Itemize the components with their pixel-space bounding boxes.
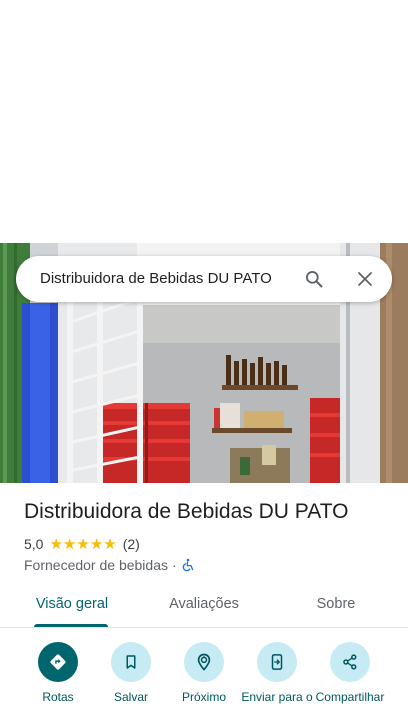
active-tab-indicator xyxy=(34,624,108,627)
rating-value: 5,0 xyxy=(24,536,44,552)
search-input[interactable]: Distribuidora de Bebidas DU PATO xyxy=(40,256,272,302)
tab-about[interactable]: Sobre xyxy=(286,584,386,628)
search-icon xyxy=(306,271,323,288)
star-icon: ★ xyxy=(103,535,117,553)
star-icon: ★ xyxy=(76,535,90,553)
directions-label: Rotas xyxy=(42,690,74,704)
wheelchair-accessible-icon xyxy=(181,558,195,572)
save-label: Salvar xyxy=(113,690,148,704)
directions-button[interactable]: Rotas xyxy=(18,642,98,705)
place-title: Distribuidora de Bebidas DU PATO xyxy=(24,500,349,523)
directions-icon xyxy=(50,654,66,670)
share-button[interactable]: Compartilhar xyxy=(310,642,390,705)
bookmark-icon xyxy=(126,655,136,669)
save-circle xyxy=(111,642,151,682)
star-icon: ★ xyxy=(49,535,63,553)
send-to-phone-label: Enviar para o xyxy=(241,690,313,704)
send-to-phone-circle xyxy=(257,642,297,682)
tab-reviews[interactable]: Avaliações xyxy=(154,584,254,628)
star-icon: ★ xyxy=(62,535,77,553)
separator: · xyxy=(172,557,177,573)
nearby-button[interactable]: Próximo xyxy=(164,642,244,705)
map-blank-area xyxy=(0,0,408,243)
share-circle xyxy=(330,642,370,682)
star-icon: ★ xyxy=(89,535,104,553)
send-to-phone-button[interactable]: Enviar para o xyxy=(237,642,317,705)
nearby-circle xyxy=(184,642,224,682)
share-icon xyxy=(343,654,357,670)
close-icon xyxy=(358,272,372,286)
rating-row[interactable]: 5,0 ★ ★ ★ ★ ★ (2) xyxy=(24,535,140,553)
close-button[interactable] xyxy=(349,263,381,295)
place-tabs: Visão geral Avaliações Sobre xyxy=(0,584,408,628)
place-category: Fornecedor de bebidas xyxy=(24,557,168,573)
send-to-phone-icon xyxy=(271,654,283,670)
rating-stars: ★ ★ ★ ★ ★ xyxy=(49,537,116,552)
category-row: Fornecedor de bebidas · xyxy=(24,556,195,574)
save-button[interactable]: Salvar xyxy=(91,642,171,705)
tab-overview[interactable]: Visão geral xyxy=(22,584,122,628)
reviews-count[interactable]: (2) xyxy=(123,536,140,552)
search-button[interactable] xyxy=(298,263,330,295)
nearby-icon xyxy=(197,653,211,671)
search-bar[interactable]: Distribuidora de Bebidas DU PATO xyxy=(16,256,392,302)
directions-circle xyxy=(38,642,78,682)
nearby-label: Próximo xyxy=(181,690,226,704)
share-label: Compartilhar xyxy=(315,690,385,704)
